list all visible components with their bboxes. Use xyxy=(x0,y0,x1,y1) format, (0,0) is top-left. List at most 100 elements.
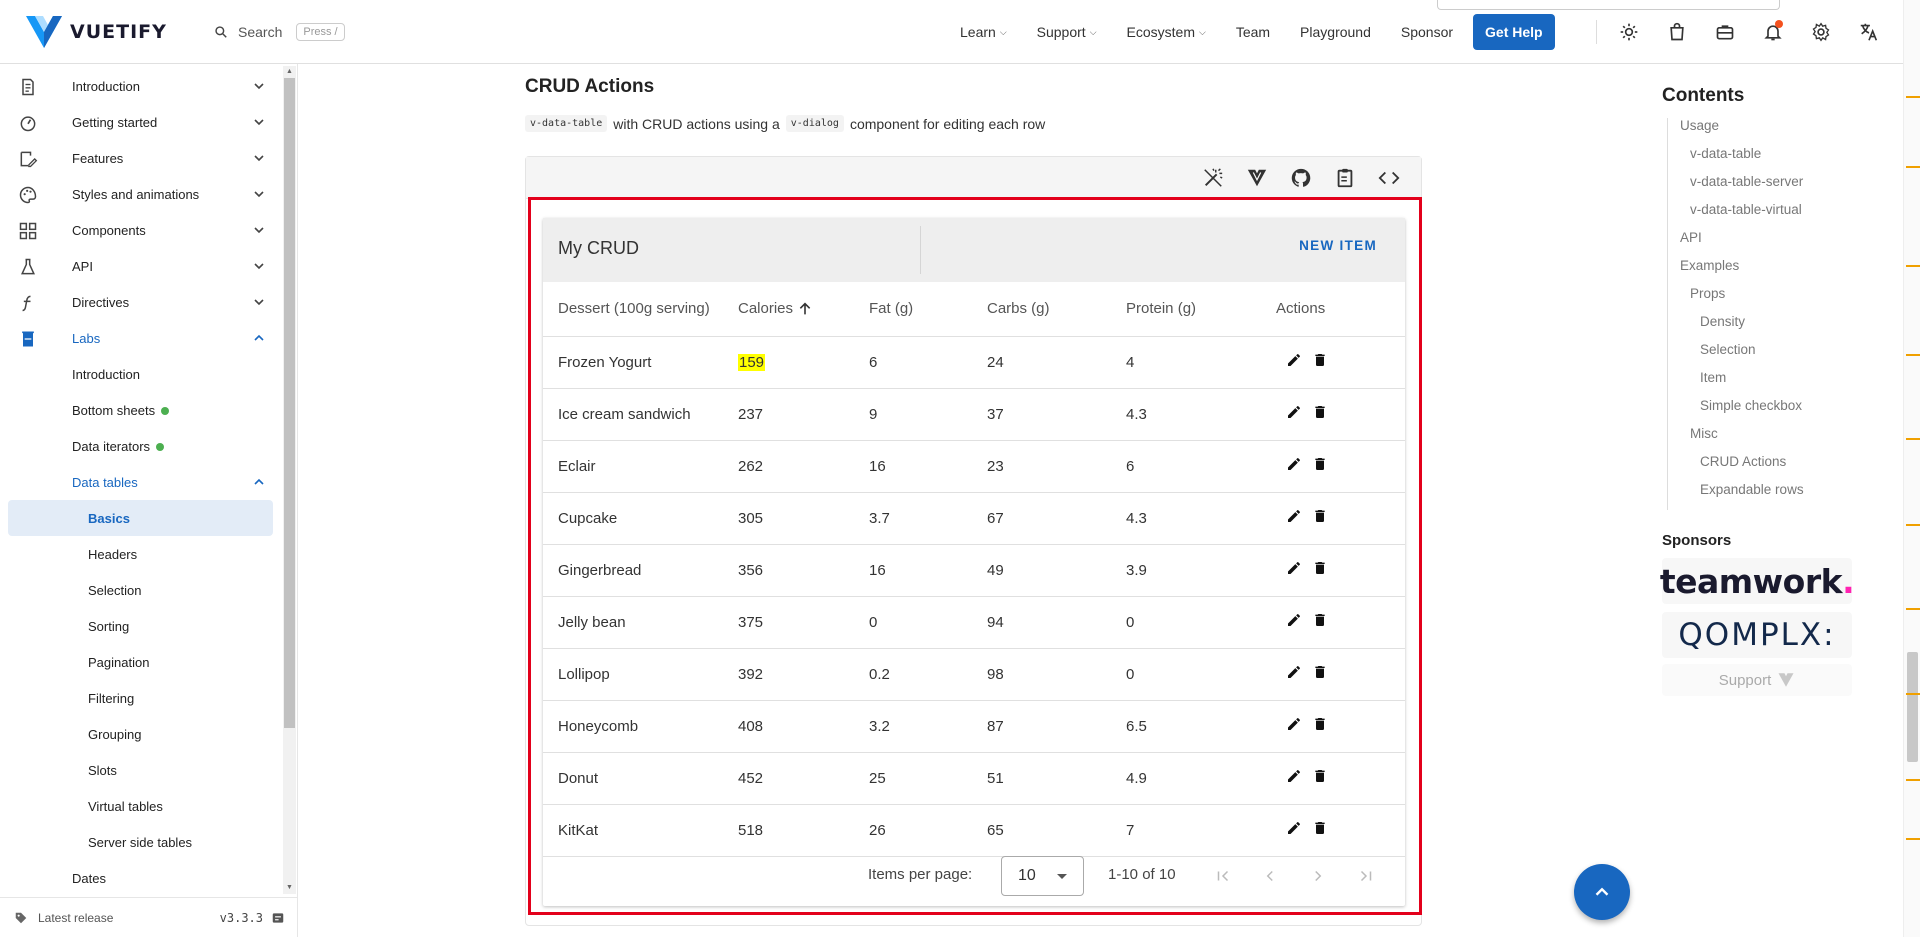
jobs-button[interactable] xyxy=(1701,8,1749,56)
sidebar-item-label: Pagination xyxy=(88,654,150,670)
sidebar-item-features[interactable]: Features xyxy=(0,140,281,176)
sidebar-item-components[interactable]: Components xyxy=(0,212,281,248)
sidebar-item-slots[interactable]: Slots xyxy=(0,752,281,788)
scroll-marker xyxy=(1906,438,1920,440)
notifications-button[interactable] xyxy=(1749,8,1797,56)
sidebar-item-label: Labs xyxy=(72,330,101,346)
get-help-button[interactable]: Get Help xyxy=(1473,14,1555,50)
logo-text: VUETIFY xyxy=(70,20,167,43)
chevron-up-icon xyxy=(254,478,264,485)
sidebar-scroll-thumb[interactable] xyxy=(284,78,295,728)
chevron-up-icon xyxy=(1595,887,1609,896)
scroll-down-icon[interactable]: ▼ xyxy=(283,882,296,894)
scroll-marker xyxy=(1906,608,1920,610)
search-button[interactable]: Search Press / xyxy=(214,22,345,41)
sponsor-teamwork-logo[interactable]: teamwork. xyxy=(1660,558,1855,604)
scroll-marker xyxy=(1906,838,1920,840)
sidebar-footer[interactable]: Latest release v3.3.3 xyxy=(0,897,297,937)
nav-support[interactable]: Support ⌵ xyxy=(1037,24,1097,40)
chevron-down-icon: ⌵ xyxy=(1198,26,1206,37)
code-snippet: v-dialog xyxy=(785,115,844,132)
sidebar-item-introduction[interactable]: Introduction xyxy=(0,68,281,104)
tag-icon xyxy=(15,912,27,923)
settings-button[interactable] xyxy=(1797,8,1845,56)
sidebar-item-data-tables[interactable]: Data tables xyxy=(0,464,281,500)
nav-learn[interactable]: Learn ⌵ xyxy=(960,24,1007,40)
sidebar-item-pagination[interactable]: Pagination xyxy=(0,644,281,680)
sidebar-item-virtual-tables[interactable]: Virtual tables xyxy=(0,788,281,824)
sidebar-item-bottom-sheets[interactable]: Bottom sheets xyxy=(0,392,281,428)
vuetify-logo[interactable]: VUETIFY xyxy=(24,14,178,50)
sidebar-item-label: Introduction xyxy=(72,78,140,94)
sidebar-item-getting-started[interactable]: Getting started xyxy=(0,104,281,140)
sidebar-item-grouping[interactable]: Grouping xyxy=(0,716,281,752)
theme-toggle-button[interactable] xyxy=(1605,8,1653,56)
store-icon xyxy=(1670,22,1684,41)
sidebar-item-headers[interactable]: Headers xyxy=(0,536,281,572)
support-vuetify-link[interactable]: Support xyxy=(1662,664,1852,696)
sidebar-item-api[interactable]: API xyxy=(0,248,281,284)
toc-item[interactable]: Simple checkbox xyxy=(1700,398,1802,413)
toc-item[interactable]: Misc xyxy=(1690,426,1718,441)
nav-sponsor[interactable]: Sponsor xyxy=(1401,24,1453,40)
vuetify-bin-button[interactable] xyxy=(1235,160,1279,196)
sidebar-item-dates[interactable]: Dates xyxy=(0,860,281,896)
toc-item[interactable]: Item xyxy=(1700,370,1726,385)
sidebar-item-basics[interactable]: Basics xyxy=(8,500,273,536)
sidebar-scrollbar[interactable]: ▲ ▼ xyxy=(283,66,296,894)
toc-item[interactable]: Selection xyxy=(1700,342,1756,357)
sidebar: Introduction Getting started Features St… xyxy=(0,64,298,937)
notification-badge xyxy=(1775,20,1783,28)
sidebar-item-server-side-tables[interactable]: Server side tables xyxy=(0,824,281,860)
sidebar-item-sorting[interactable]: Sorting xyxy=(0,608,281,644)
sidebar-item-styles[interactable]: Styles and animations xyxy=(0,176,281,212)
sidebar-item-selection[interactable]: Selection xyxy=(0,572,281,608)
toc-item[interactable]: Usage xyxy=(1680,118,1719,133)
chevron-down-icon xyxy=(254,191,264,198)
toc-item[interactable]: CRUD Actions xyxy=(1700,454,1786,469)
sidebar-item-label: Sorting xyxy=(88,618,130,634)
sidebar-item-labs[interactable]: Labs xyxy=(0,320,281,356)
nav-team[interactable]: Team xyxy=(1236,24,1270,40)
toc-item[interactable]: v-data-table-server xyxy=(1690,174,1803,189)
gear-icon xyxy=(1812,22,1830,42)
nav-playground[interactable]: Playground xyxy=(1300,24,1371,40)
sidebar-item-data-iterators[interactable]: Data iterators xyxy=(0,428,281,464)
page-scrollbar[interactable] xyxy=(1903,0,1920,937)
function-icon xyxy=(22,295,31,312)
github-icon xyxy=(1291,168,1311,187)
nav-ecosystem[interactable]: Ecosystem ⌵ xyxy=(1127,24,1206,40)
sidebar-item-filtering[interactable]: Filtering xyxy=(0,680,281,716)
vuetify-bin-icon xyxy=(1247,169,1267,186)
github-button[interactable] xyxy=(1279,160,1323,196)
page-scroll-thumb[interactable] xyxy=(1907,652,1918,762)
sponsor-qomplx-logo[interactable]: QOMPLX: xyxy=(1662,612,1852,658)
changelog-icon xyxy=(272,912,284,923)
toc-item[interactable]: Density xyxy=(1700,314,1745,329)
sidebar-item-label: Basics xyxy=(88,510,130,526)
language-button[interactable] xyxy=(1845,8,1893,56)
toc-item[interactable]: v-data-table xyxy=(1690,146,1761,161)
sponsors-title: Sponsors xyxy=(1662,532,1732,549)
toc-item[interactable]: v-data-table-virtual xyxy=(1690,202,1802,217)
toggle-theme-button[interactable] xyxy=(1191,160,1235,196)
speedometer-icon xyxy=(20,116,36,132)
scroll-to-top-button[interactable] xyxy=(1574,864,1630,920)
chevron-down-icon xyxy=(254,83,264,90)
beaker-icon xyxy=(22,331,34,347)
toc-item[interactable]: Props xyxy=(1690,286,1725,301)
sidebar-item-labs-introduction[interactable]: Introduction xyxy=(0,356,281,392)
scroll-up-icon[interactable]: ▲ xyxy=(283,66,296,78)
copy-button[interactable] xyxy=(1323,160,1367,196)
scroll-marker xyxy=(1906,265,1920,267)
toc-item[interactable]: Expandable rows xyxy=(1700,482,1804,497)
sidebar-item-directives[interactable]: Directives xyxy=(0,284,281,320)
store-button[interactable] xyxy=(1653,8,1701,56)
view-source-button[interactable] xyxy=(1367,160,1411,196)
document-icon xyxy=(22,78,34,96)
code-snippet: v-data-table xyxy=(525,115,608,132)
toc-item[interactable]: Examples xyxy=(1680,258,1739,273)
sidebar-item-label: Getting started xyxy=(72,114,158,130)
toc-item[interactable]: API xyxy=(1680,230,1702,245)
theme-icon xyxy=(1620,23,1638,41)
